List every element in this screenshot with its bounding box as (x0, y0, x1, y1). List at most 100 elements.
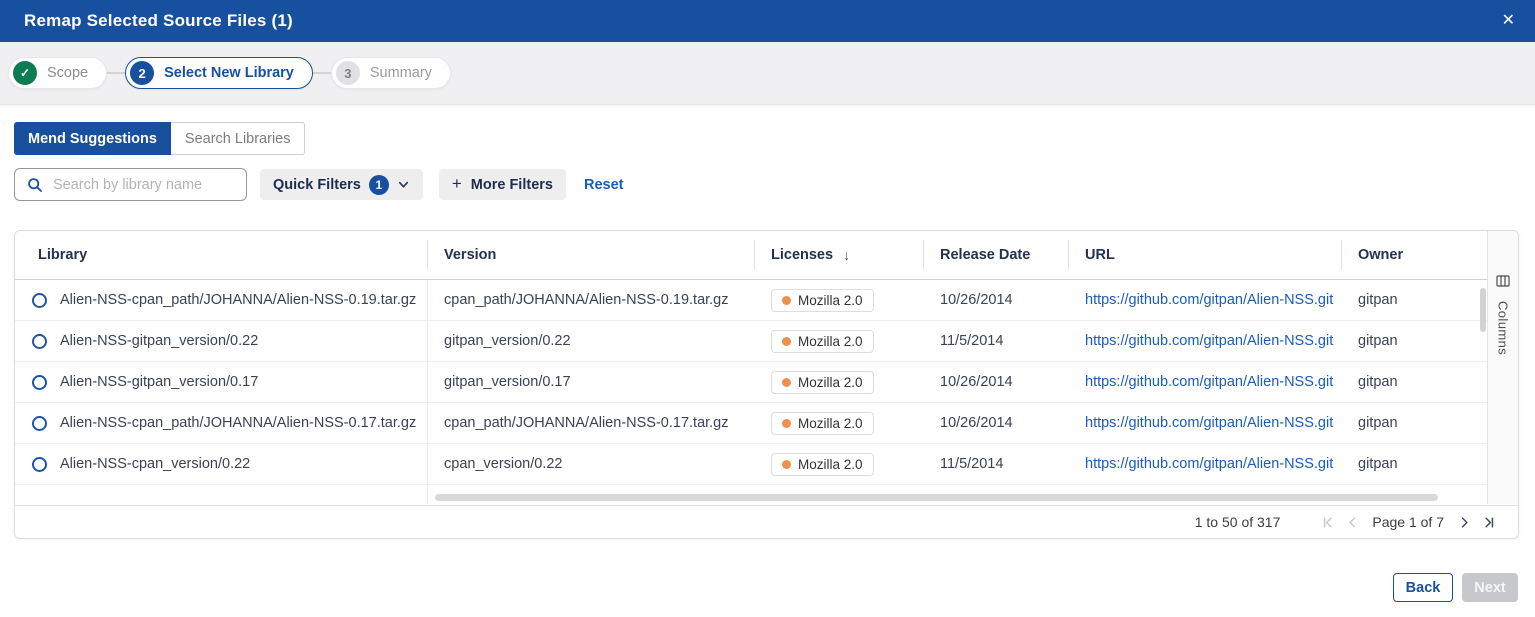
table-row[interactable]: Alien-NSS-cpan_path/JOHANNA/Alien-NSS-0.… (15, 280, 1487, 321)
version-cell: cpan_version/0.22 (428, 444, 755, 484)
library-name: Alien-NSS-gitpan_version/0.22 (60, 333, 258, 349)
step-2-label: Select New Library (164, 65, 294, 81)
version-cell: cpan_path/JOHANNA/Alien-NSS-0.19.tar.gz (428, 280, 755, 320)
license-badge: Mozilla 2.0 (771, 330, 874, 353)
pagination-page-text: Page 1 of 7 (1372, 514, 1444, 530)
license-badge: Mozilla 2.0 (771, 412, 874, 435)
step-summary[interactable]: 3 Summary (331, 57, 451, 89)
columns-panel-toggle[interactable]: Columns (1487, 231, 1518, 504)
column-header-owner[interactable]: Owner (1342, 231, 1487, 279)
quick-filters-button[interactable]: Quick Filters 1 (260, 169, 423, 200)
repo-url-link[interactable]: https://github.com/gitpan/Alien-NSS.git (1085, 456, 1333, 472)
library-name: Alien-NSS-cpan_path/JOHANNA/Alien-NSS-0.… (60, 292, 416, 308)
repo-url-link[interactable]: https://github.com/gitpan/Alien-NSS.git (1085, 292, 1333, 308)
more-filters-button[interactable]: + More Filters (439, 169, 566, 200)
row-radio[interactable] (32, 293, 47, 308)
table-row[interactable]: Alien-NSS-cpan_path/JOHANNA/Alien-NSS-0.… (15, 403, 1487, 444)
reset-filters-link[interactable]: Reset (584, 177, 624, 193)
close-icon[interactable]: ✕ (1502, 13, 1515, 29)
step-3-label: Summary (370, 65, 432, 81)
license-dot-icon (782, 460, 791, 469)
library-source-tabs: Mend Suggestions Search Libraries (14, 122, 305, 155)
next-button[interactable]: Next (1462, 573, 1518, 602)
columns-panel-label: Columns (1496, 301, 1511, 355)
pagination-range-text: 1 to 50 of 317 (1195, 514, 1281, 530)
stepper-connector (313, 72, 331, 74)
column-header-release-date[interactable]: Release Date (924, 231, 1069, 279)
repo-url-link[interactable]: https://github.com/gitpan/Alien-NSS.git (1085, 333, 1333, 349)
step-scope-check-icon: ✓ (13, 61, 37, 85)
table-row[interactable]: Alien-NSS-gitpan_version/0.17 gitpan_ver… (15, 362, 1487, 403)
table-row[interactable]: Alien-NSS-cpan_version/0.22 cpan_version… (15, 444, 1487, 485)
repo-url-link[interactable]: https://github.com/gitpan/Alien-NSS.git (1085, 374, 1333, 390)
row-radio[interactable] (32, 375, 47, 390)
version-cell: cpan_path/JOHANNA/Alien-NSS-0.17.tar.gz (428, 403, 755, 443)
release-date-cell: 11/5/2014 (924, 321, 1069, 361)
vertical-scrollbar-thumb[interactable] (1480, 288, 1486, 332)
tab-search-libraries[interactable]: Search Libraries (171, 122, 306, 155)
chevron-down-icon (397, 178, 410, 191)
table-row[interactable]: Alien-NSS-gitpan_version/0.22 gitpan_ver… (15, 321, 1487, 362)
row-radio[interactable] (32, 334, 47, 349)
libraries-table-card: Library Version Licenses ↓ Release Date … (14, 230, 1519, 539)
version-cell: gitpan_version/0.22 (428, 321, 755, 361)
step-3-number: 3 (336, 61, 360, 85)
filter-toolbar: Quick Filters 1 + More Filters Reset (14, 168, 623, 201)
library-name: Alien-NSS-cpan_version/0.22 (60, 456, 250, 472)
column-header-library[interactable]: Library (15, 231, 428, 279)
license-dot-icon (782, 337, 791, 346)
more-filters-label: More Filters (471, 177, 553, 193)
owner-cell: gitpan (1342, 280, 1487, 320)
release-date-cell: 10/26/2014 (924, 362, 1069, 402)
step-select-new-library[interactable]: 2 Select New Library (125, 57, 313, 89)
version-cell: gitpan_version/0.17 (428, 362, 755, 402)
search-input[interactable] (53, 177, 236, 193)
step-2-number: 2 (130, 61, 154, 85)
pagination-bar: 1 to 50 of 317 Page 1 of 7 (15, 505, 1518, 538)
plus-icon: + (452, 175, 462, 192)
license-badge: Mozilla 2.0 (771, 289, 874, 312)
column-header-url[interactable]: URL (1069, 231, 1342, 279)
columns-table-icon (1496, 274, 1510, 288)
release-date-cell: 10/26/2014 (924, 403, 1069, 443)
remap-source-files-dialog: Remap Selected Source Files (1) ✕ ✓ Scop… (0, 0, 1535, 617)
table-header-row: Library Version Licenses ↓ Release Date … (15, 231, 1487, 280)
license-dot-icon (782, 296, 791, 305)
dialog-titlebar: Remap Selected Source Files (1) ✕ (0, 0, 1535, 42)
library-search-box[interactable] (14, 168, 247, 201)
release-date-cell: 10/26/2014 (924, 280, 1069, 320)
library-name: Alien-NSS-cpan_path/JOHANNA/Alien-NSS-0.… (60, 415, 416, 431)
license-dot-icon (782, 378, 791, 387)
step-scope[interactable]: ✓ Scope (8, 57, 107, 89)
owner-cell: gitpan (1342, 362, 1487, 402)
stepper-connector (107, 72, 125, 74)
wizard-stepper: ✓ Scope 2 Select New Library 3 Summary (0, 42, 1535, 105)
libraries-grid: Library Version Licenses ↓ Release Date … (15, 231, 1487, 504)
horizontal-scrollbar-thumb[interactable] (435, 494, 1438, 501)
search-icon (27, 177, 43, 193)
license-dot-icon (782, 419, 791, 428)
library-name: Alien-NSS-gitpan_version/0.17 (60, 374, 258, 390)
back-button[interactable]: Back (1393, 573, 1453, 602)
tab-mend-suggestions[interactable]: Mend Suggestions (14, 122, 171, 155)
license-badge: Mozilla 2.0 (771, 453, 874, 476)
dialog-title: Remap Selected Source Files (1) (24, 11, 293, 31)
column-header-licenses[interactable]: Licenses ↓ (755, 231, 924, 279)
column-header-version[interactable]: Version (428, 231, 755, 279)
quick-filters-label: Quick Filters (273, 177, 361, 193)
row-radio[interactable] (32, 457, 47, 472)
release-date-cell: 11/5/2014 (924, 444, 1069, 484)
previous-page-icon[interactable] (1340, 510, 1364, 534)
next-page-icon[interactable] (1452, 510, 1476, 534)
row-radio[interactable] (32, 416, 47, 431)
first-page-icon[interactable] (1316, 510, 1340, 534)
last-page-icon[interactable] (1476, 510, 1500, 534)
quick-filters-count-badge: 1 (369, 175, 389, 195)
license-badge: Mozilla 2.0 (771, 371, 874, 394)
owner-cell: gitpan (1342, 321, 1487, 361)
step-scope-label: Scope (47, 65, 88, 81)
repo-url-link[interactable]: https://github.com/gitpan/Alien-NSS.git (1085, 415, 1333, 431)
owner-cell: gitpan (1342, 403, 1487, 443)
sort-descending-icon[interactable]: ↓ (843, 247, 850, 263)
owner-cell: gitpan (1342, 444, 1487, 484)
